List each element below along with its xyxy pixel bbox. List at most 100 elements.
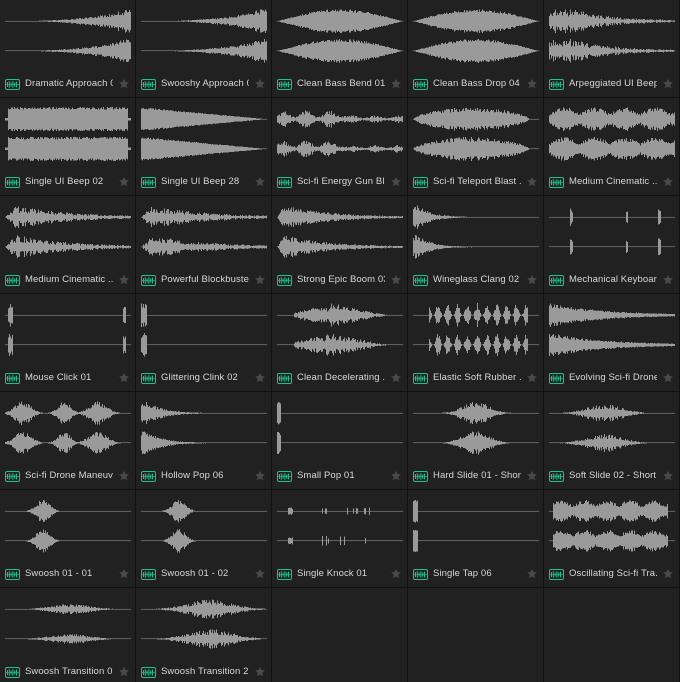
waveform-preview[interactable]: [136, 490, 271, 561]
favorite-star-icon[interactable]: [390, 274, 402, 286]
sound-clip-cell[interactable]: Hard Slide 01 - Shor...: [408, 392, 544, 490]
sound-clip-cell[interactable]: Mechanical Keyboar...: [544, 196, 680, 294]
waveform-preview[interactable]: [0, 588, 135, 659]
favorite-star-icon[interactable]: [390, 470, 402, 482]
waveform-preview[interactable]: [136, 0, 271, 71]
sound-clip-cell[interactable]: Sci-fi Drone Maneuv...: [0, 392, 136, 490]
sound-clip-cell[interactable]: Swoosh Transition 23: [136, 588, 272, 682]
sound-clip-cell[interactable]: Single Knock 01: [272, 490, 408, 588]
favorite-star-icon[interactable]: [526, 274, 538, 286]
clip-label: Small Pop 01: [297, 470, 355, 481]
clip-label: Single UI Beep 28: [161, 176, 240, 187]
sound-clip-cell[interactable]: Dramatic Approach 01: [0, 0, 136, 98]
waveform-preview[interactable]: [408, 98, 543, 169]
waveform-preview[interactable]: [408, 490, 543, 561]
favorite-star-icon[interactable]: [662, 372, 674, 384]
clip-label: Swoosh 01 - 01: [25, 568, 93, 579]
waveform-preview[interactable]: [136, 588, 271, 659]
favorite-star-icon[interactable]: [254, 372, 266, 384]
favorite-star-icon[interactable]: [118, 666, 130, 678]
waveform-preview[interactable]: [136, 392, 271, 463]
waveform-preview[interactable]: [0, 0, 135, 71]
favorite-star-icon[interactable]: [662, 274, 674, 286]
sound-clip-cell[interactable]: Swooshy Approach 01: [136, 0, 272, 98]
sound-clip-cell[interactable]: Swoosh 01 - 02: [136, 490, 272, 588]
waveform-preview[interactable]: [408, 392, 543, 463]
sound-clip-cell[interactable]: Soft Slide 02 - Short ...: [544, 392, 680, 490]
waveform-preview[interactable]: [0, 98, 135, 169]
favorite-star-icon[interactable]: [254, 568, 266, 580]
favorite-star-icon[interactable]: [254, 666, 266, 678]
waveform-preview[interactable]: [272, 0, 407, 71]
waveform-preview[interactable]: [544, 294, 679, 365]
favorite-star-icon[interactable]: [390, 176, 402, 188]
waveform-preview[interactable]: [272, 294, 407, 365]
sound-clip-cell[interactable]: Clean Decelerating ...: [272, 294, 408, 392]
sound-clip-cell[interactable]: Single UI Beep 28: [136, 98, 272, 196]
favorite-star-icon[interactable]: [118, 568, 130, 580]
sound-clip-cell[interactable]: Medium Cinematic ...: [544, 98, 680, 196]
sound-clip-cell[interactable]: Strong Epic Boom 03: [272, 196, 408, 294]
sound-clip-cell[interactable]: Single UI Beep 02: [0, 98, 136, 196]
waveform-preview[interactable]: [272, 98, 407, 169]
favorite-star-icon[interactable]: [662, 568, 674, 580]
sound-clip-cell[interactable]: Hollow Pop 06: [136, 392, 272, 490]
waveform-preview[interactable]: [0, 196, 135, 267]
sound-clip-cell[interactable]: Clean Bass Drop 04: [408, 0, 544, 98]
sound-clip-cell[interactable]: Powerful Blockbuste...: [136, 196, 272, 294]
waveform-preview[interactable]: [408, 294, 543, 365]
favorite-star-icon[interactable]: [526, 470, 538, 482]
favorite-star-icon[interactable]: [662, 78, 674, 90]
sound-clip-cell[interactable]: Sci-fi Energy Gun Bl...: [272, 98, 408, 196]
sound-clip-cell[interactable]: Clean Bass Bend 01: [272, 0, 408, 98]
favorite-star-icon[interactable]: [118, 78, 130, 90]
favorite-star-icon[interactable]: [118, 176, 130, 188]
favorite-star-icon[interactable]: [118, 372, 130, 384]
waveform-preview[interactable]: [272, 392, 407, 463]
waveform-preview[interactable]: [544, 196, 679, 267]
sound-clip-cell[interactable]: Elastic Soft Rubber ...: [408, 294, 544, 392]
waveform-preview[interactable]: [136, 294, 271, 365]
favorite-star-icon[interactable]: [390, 568, 402, 580]
favorite-star-icon[interactable]: [390, 78, 402, 90]
waveform-preview[interactable]: [0, 490, 135, 561]
waveform-preview[interactable]: [0, 294, 135, 365]
waveform-preview[interactable]: [544, 98, 679, 169]
waveform-preview[interactable]: [272, 490, 407, 561]
sound-clip-cell[interactable]: Single Tap 06: [408, 490, 544, 588]
favorite-star-icon[interactable]: [662, 176, 674, 188]
sound-clip-cell[interactable]: Mouse Click 01: [0, 294, 136, 392]
waveform-preview[interactable]: [136, 98, 271, 169]
waveform-preview[interactable]: [408, 0, 543, 71]
sound-clip-cell[interactable]: Swoosh Transition 03: [0, 588, 136, 682]
favorite-star-icon[interactable]: [118, 274, 130, 286]
favorite-star-icon[interactable]: [526, 372, 538, 384]
favorite-star-icon[interactable]: [526, 568, 538, 580]
favorite-star-icon[interactable]: [526, 78, 538, 90]
waveform-preview[interactable]: [0, 392, 135, 463]
favorite-star-icon[interactable]: [254, 274, 266, 286]
sound-clip-cell[interactable]: Sci-fi Teleport Blast ...: [408, 98, 544, 196]
sound-clip-cell[interactable]: Oscillating Sci-fi Tra...: [544, 490, 680, 588]
waveform-preview[interactable]: [408, 196, 543, 267]
sound-clip-cell[interactable]: Wineglass Clang 02: [408, 196, 544, 294]
waveform-preview[interactable]: [544, 0, 679, 71]
favorite-star-icon[interactable]: [118, 470, 130, 482]
waveform-preview[interactable]: [544, 392, 679, 463]
favorite-star-icon[interactable]: [254, 78, 266, 90]
sound-clip-cell[interactable]: Glittering Clink 02: [136, 294, 272, 392]
favorite-star-icon[interactable]: [390, 372, 402, 384]
sound-clip-cell[interactable]: Evolving Sci-fi Drone...: [544, 294, 680, 392]
favorite-star-icon[interactable]: [254, 176, 266, 188]
sound-clip-cell[interactable]: Small Pop 01: [272, 392, 408, 490]
favorite-star-icon[interactable]: [254, 470, 266, 482]
favorite-star-icon[interactable]: [526, 176, 538, 188]
sound-clip-cell[interactable]: Arpeggiated UI Beep...: [544, 0, 680, 98]
clip-meta-row: Medium Cinematic ...: [0, 267, 135, 293]
waveform-preview[interactable]: [544, 490, 679, 561]
waveform-preview[interactable]: [136, 196, 271, 267]
favorite-star-icon[interactable]: [662, 470, 674, 482]
sound-clip-cell[interactable]: Swoosh 01 - 01: [0, 490, 136, 588]
waveform-preview[interactable]: [272, 196, 407, 267]
sound-clip-cell[interactable]: Medium Cinematic ...: [0, 196, 136, 294]
